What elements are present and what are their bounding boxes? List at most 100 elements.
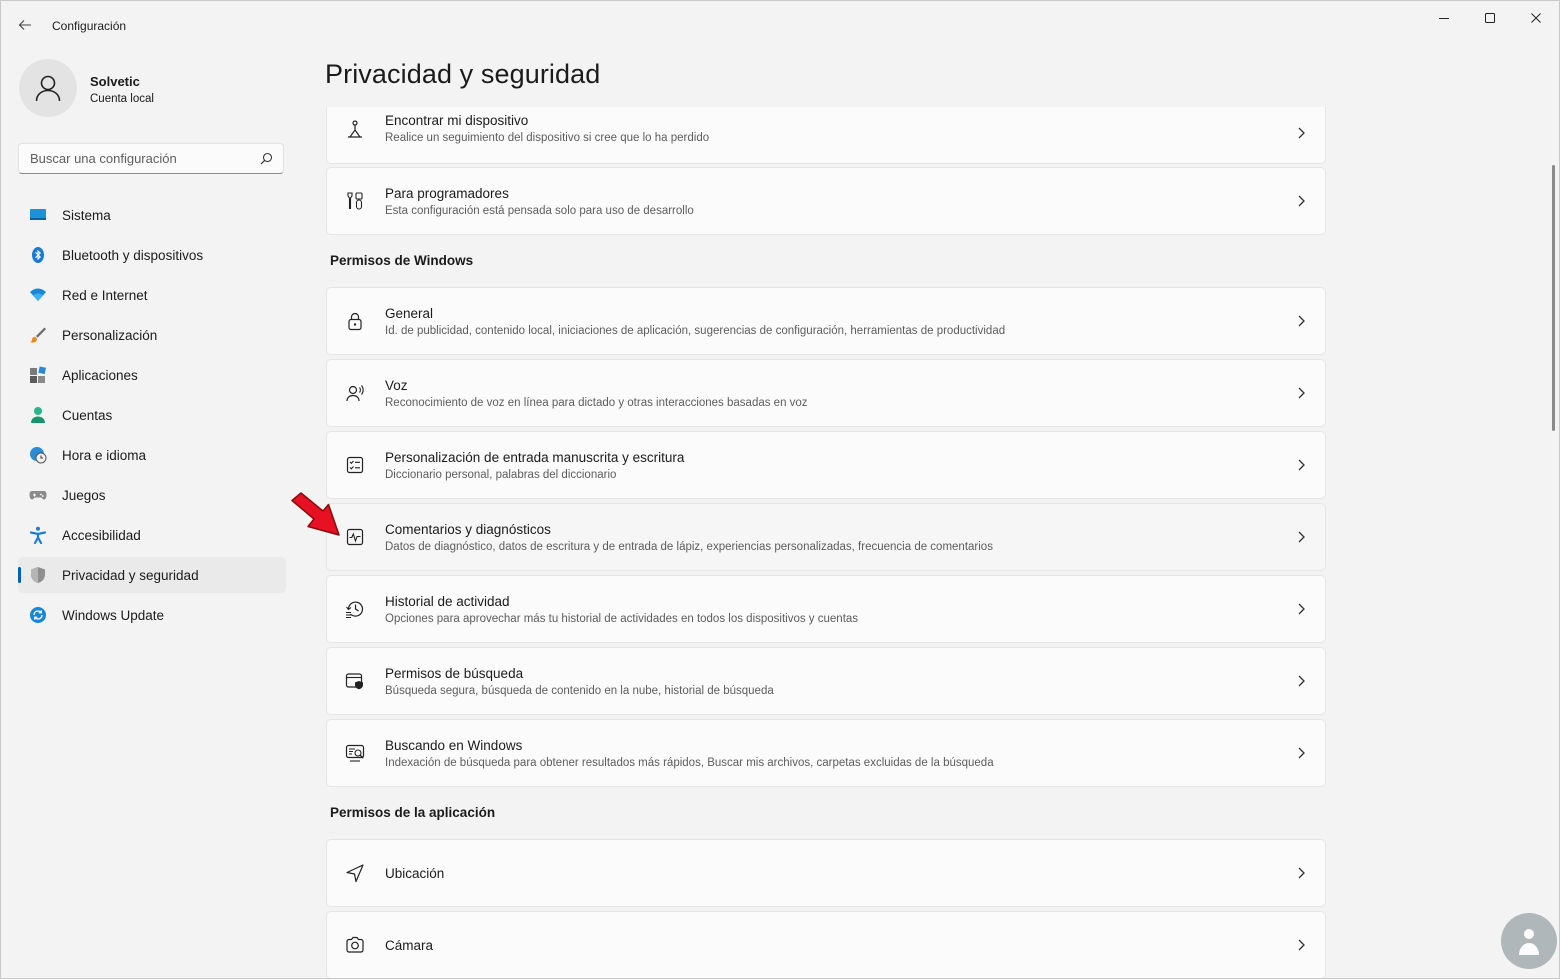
setting-card-location[interactable]: Ubicación bbox=[326, 839, 1326, 907]
setting-description: Diccionario personal, palabras del dicci… bbox=[385, 469, 617, 481]
avatar[interactable] bbox=[19, 59, 77, 117]
diagnostics-icon bbox=[344, 526, 366, 548]
person-silhouette-icon bbox=[35, 75, 61, 102]
developer-tools-icon bbox=[344, 190, 366, 212]
sidebar-item-label: Bluetooth y dispositivos bbox=[62, 248, 204, 263]
setting-description: Esta configuración está pensada solo par… bbox=[385, 205, 694, 217]
user-name: Solvetic bbox=[90, 74, 140, 89]
person-icon bbox=[29, 406, 47, 424]
sidebar-item-bluetooth[interactable]: Bluetooth y dispositivos bbox=[18, 237, 286, 273]
setting-card-developers[interactable]: Para programadores Esta configuración es… bbox=[326, 167, 1326, 235]
sidebar-item-red[interactable]: Red e Internet bbox=[18, 277, 286, 313]
setting-title: Buscando en Windows bbox=[385, 738, 523, 753]
sidebar-item-label: Red e Internet bbox=[62, 288, 148, 303]
chevron-right-icon bbox=[1295, 387, 1307, 399]
chevron-right-icon bbox=[1295, 603, 1307, 615]
setting-title: General bbox=[385, 306, 434, 321]
sidebar-item-aplicaciones[interactable]: Aplicaciones bbox=[18, 357, 286, 393]
accessibility-icon bbox=[29, 526, 47, 544]
chevron-right-icon bbox=[1295, 531, 1307, 543]
back-arrow-icon bbox=[18, 20, 31, 30]
setting-card-find-device[interactable]: Encontrar mi dispositivo Realice un segu… bbox=[326, 107, 1326, 164]
sidebar-item-juegos[interactable]: Juegos bbox=[18, 477, 286, 513]
title-bar: Configuración bbox=[1, 1, 1559, 49]
sidebar-item-label: Cuentas bbox=[62, 408, 113, 423]
setting-description: Reconocimiento de voz en línea para dict… bbox=[385, 397, 808, 409]
setting-card-search-permissions[interactable]: Permisos de búsqueda Búsqueda segura, bú… bbox=[326, 647, 1326, 715]
sidebar-item-windows-update[interactable]: Windows Update bbox=[18, 597, 286, 633]
sidebar-nav: Sistema Bluetooth y dispositivos Red e I… bbox=[18, 197, 286, 637]
voice-icon bbox=[344, 382, 366, 404]
setting-description: Datos de diagnóstico, datos de escritura… bbox=[385, 541, 993, 553]
setting-title: Cámara bbox=[385, 938, 434, 953]
minimize-button[interactable] bbox=[1421, 1, 1467, 35]
chevron-right-icon bbox=[1295, 127, 1307, 139]
maximize-icon bbox=[1485, 13, 1495, 23]
update-icon bbox=[29, 606, 47, 624]
setting-card-general[interactable]: General Id. de publicidad, contenido loc… bbox=[326, 287, 1326, 355]
sidebar-item-label: Aplicaciones bbox=[62, 368, 138, 383]
wifi-icon bbox=[29, 286, 47, 304]
sidebar-item-cuentas[interactable]: Cuentas bbox=[18, 397, 286, 433]
checklist-icon bbox=[344, 454, 366, 476]
setting-card-searching-windows[interactable]: Buscando en Windows Indexación de búsque… bbox=[326, 719, 1326, 787]
account-type: Cuenta local bbox=[90, 93, 154, 105]
setting-card-voz[interactable]: Voz Reconocimiento de voz en línea para … bbox=[326, 359, 1326, 427]
chevron-right-icon bbox=[1295, 747, 1307, 759]
setting-description: Búsqueda segura, búsqueda de contenido e… bbox=[385, 685, 774, 697]
search-icon[interactable] bbox=[260, 152, 273, 170]
setting-title: Comentarios y diagnósticos bbox=[385, 522, 551, 537]
sidebar-item-sistema[interactable]: Sistema bbox=[18, 197, 286, 233]
setting-card-activity-history[interactable]: Historial de actividad Opciones para apr… bbox=[326, 575, 1326, 643]
setting-description: Id. de publicidad, contenido local, inic… bbox=[385, 325, 1006, 337]
chevron-right-icon bbox=[1295, 867, 1307, 879]
brush-icon bbox=[29, 326, 47, 344]
chevron-right-icon bbox=[1295, 675, 1307, 687]
sidebar-item-label: Personalización bbox=[62, 328, 158, 343]
sidebar-item-label: Sistema bbox=[62, 208, 111, 223]
setting-title: Para programadores bbox=[385, 186, 509, 201]
close-icon bbox=[1531, 13, 1541, 23]
app-title: Configuración bbox=[52, 19, 127, 33]
sidebar-item-label: Accesibilidad bbox=[62, 528, 141, 543]
solvetic-logo-icon bbox=[1501, 913, 1557, 969]
lock-icon bbox=[344, 310, 366, 332]
sidebar-item-personalizacion[interactable]: Personalización bbox=[18, 317, 286, 353]
apps-icon bbox=[29, 366, 47, 384]
setting-description: Realice un seguimiento del dispositivo s… bbox=[385, 132, 710, 144]
sidebar-item-hora[interactable]: Hora e idioma bbox=[18, 437, 286, 473]
maximize-button[interactable] bbox=[1467, 1, 1513, 35]
search-shield-icon bbox=[344, 670, 366, 692]
chevron-right-icon bbox=[1295, 315, 1307, 327]
sidebar-item-label: Privacidad y seguridad bbox=[62, 568, 199, 583]
setting-description: Opciones para aprovechar más tu historia… bbox=[385, 613, 859, 625]
monitor-icon bbox=[29, 206, 47, 224]
sidebar-item-privacidad[interactable]: Privacidad y seguridad bbox=[18, 557, 286, 593]
close-button[interactable] bbox=[1513, 1, 1559, 35]
setting-title: Voz bbox=[385, 378, 408, 393]
chevron-right-icon bbox=[1295, 939, 1307, 951]
sidebar-item-label: Juegos bbox=[62, 488, 106, 503]
globe-clock-icon bbox=[29, 446, 47, 464]
location-icon bbox=[344, 862, 366, 884]
sidebar-item-accesibilidad[interactable]: Accesibilidad bbox=[18, 517, 286, 553]
setting-description: Indexación de búsqueda para obtener resu… bbox=[385, 757, 994, 769]
gamepad-icon bbox=[29, 486, 47, 504]
chevron-right-icon bbox=[1295, 195, 1307, 207]
setting-card-handwriting[interactable]: Personalización de entrada manuscrita y … bbox=[326, 431, 1326, 499]
page-title: Privacidad y seguridad bbox=[325, 59, 601, 89]
settings-list: Encontrar mi dispositivo Realice un segu… bbox=[326, 107, 1326, 978]
search-windows-icon bbox=[344, 742, 366, 764]
sidebar-item-label: Windows Update bbox=[62, 608, 165, 623]
search-input[interactable] bbox=[28, 150, 252, 167]
chevron-right-icon bbox=[1295, 459, 1307, 471]
setting-title: Encontrar mi dispositivo bbox=[385, 113, 529, 128]
bluetooth-icon bbox=[29, 246, 47, 264]
setting-title: Permisos de búsqueda bbox=[385, 666, 524, 681]
setting-card-diagnostics[interactable]: Comentarios y diagnósticos Datos de diag… bbox=[326, 503, 1326, 571]
search-box bbox=[18, 143, 284, 174]
scrollbar-thumb[interactable] bbox=[1552, 165, 1555, 431]
back-button[interactable] bbox=[11, 11, 39, 39]
setting-card-camera[interactable]: Cámara bbox=[326, 911, 1326, 978]
shield-icon bbox=[29, 566, 47, 584]
